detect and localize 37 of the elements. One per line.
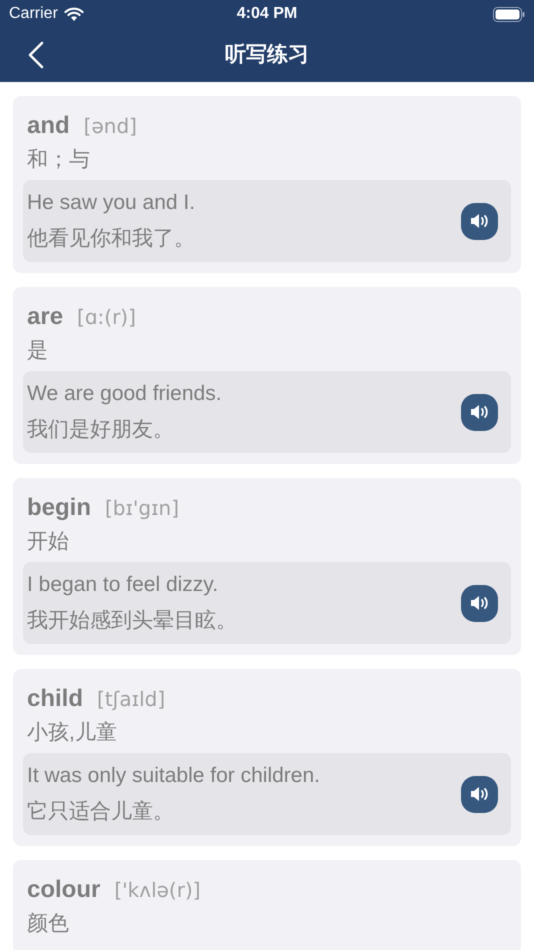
meaning-text: 颜色 (27, 911, 69, 938)
example-sentence: I began to feel dizzy. (27, 572, 220, 598)
example-translation: 它只适合儿童。 (27, 799, 175, 825)
example-sentence: We are good friends. (27, 381, 223, 407)
meaning-text: 和；与 (27, 147, 90, 174)
carrier-label: Carrier (9, 4, 58, 24)
word-text: and (27, 111, 70, 141)
speaker-icon (468, 785, 490, 803)
word-text: child (27, 684, 84, 714)
speaker-icon (468, 212, 490, 230)
example-translation: 他看见你和我了。 (27, 226, 196, 252)
word-text: begin (27, 493, 91, 523)
speaker-button[interactable] (461, 202, 498, 240)
back-icon (28, 41, 44, 69)
phonetic-text: [bɪ'gɪn] (105, 495, 180, 522)
example-translation: 我开始感到头晕目眩。 (27, 608, 238, 634)
meaning-text: 是 (27, 338, 48, 364)
word-text: colour (27, 875, 100, 905)
phonetic-text: ['kʌlə(r)] (114, 877, 201, 904)
speaker-icon (468, 594, 490, 612)
meaning-text: 开始 (27, 529, 69, 556)
example-sentence: It was only suitable for children. (27, 763, 321, 789)
page-title: 听写练习 (225, 42, 309, 68)
phonetic-text: [tʃaɪld] (97, 686, 166, 713)
speaker-button[interactable] (461, 776, 498, 812)
speaker-icon (468, 403, 490, 421)
phonetic-text: [ɑ:(r)] (77, 304, 136, 331)
speaker-button[interactable] (461, 394, 498, 430)
example-sentence: He saw you and I. (27, 190, 196, 216)
speaker-button[interactable] (461, 584, 498, 622)
example-translation: 我们是好朋友。 (27, 417, 175, 443)
phonetic-text: [ənd] (84, 113, 137, 140)
battery-icon (493, 6, 525, 22)
meaning-text: 小孩,儿童 (27, 720, 117, 746)
wifi-icon (64, 6, 84, 22)
word-text: are (27, 302, 64, 332)
status-time: 4:04 PM (236, 4, 298, 24)
